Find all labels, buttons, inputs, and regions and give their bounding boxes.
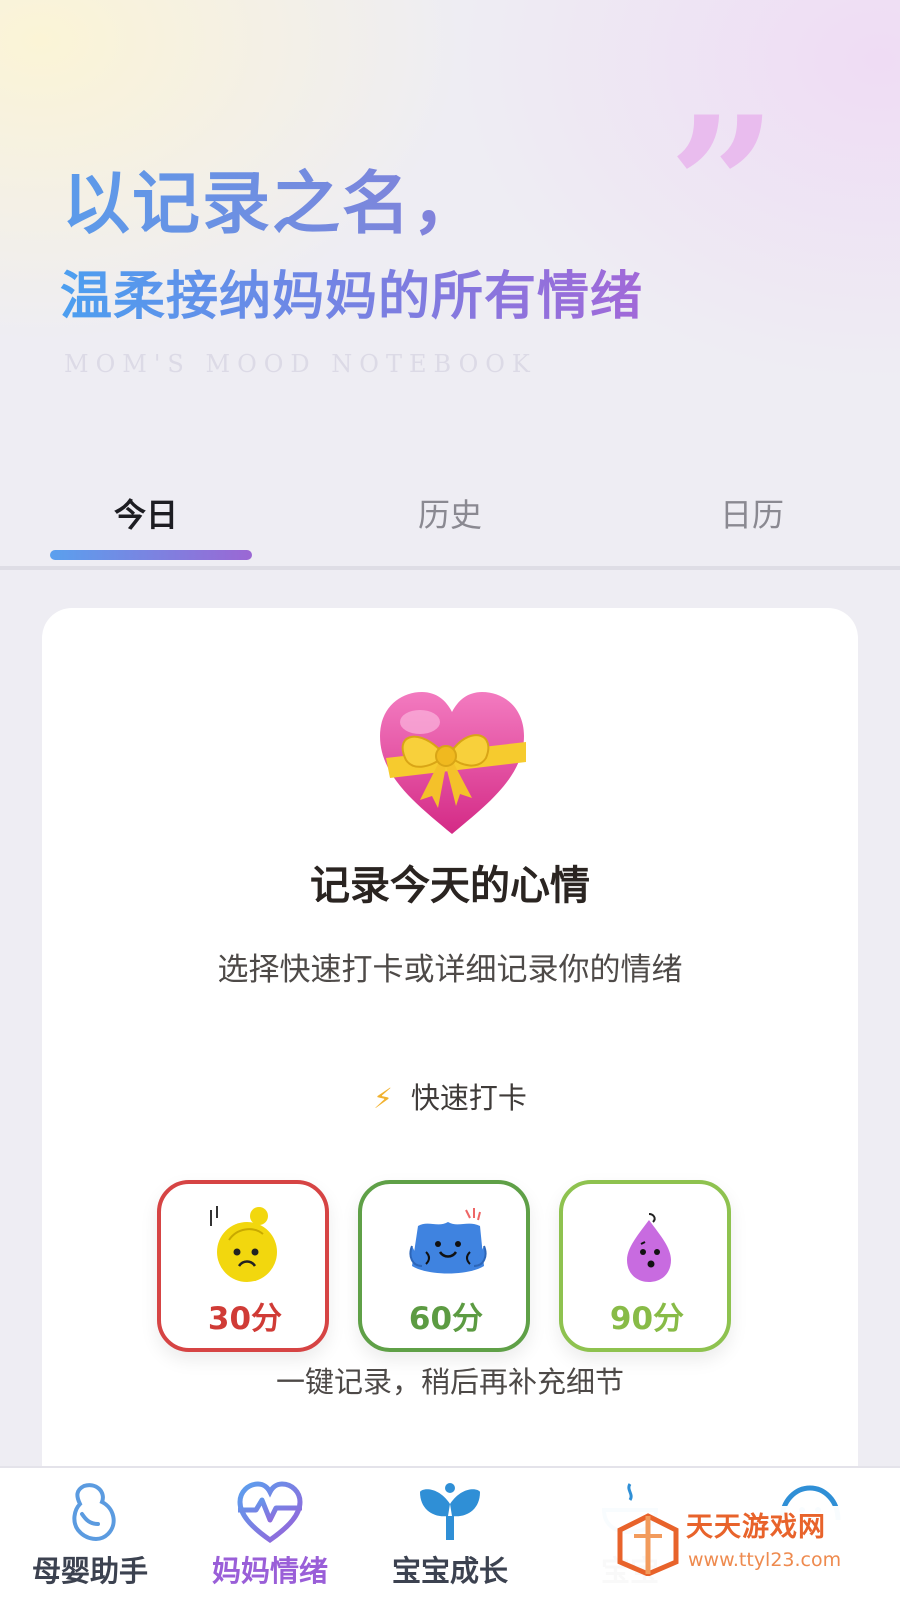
- nav-label: 母婴助手: [31, 1554, 148, 1588]
- watermark-logo-icon: [617, 1513, 679, 1576]
- nav-label: 宝宝成长: [391, 1554, 508, 1588]
- card-title: 记录今天的心情: [310, 863, 590, 909]
- tab-history[interactable]: 历史: [350, 490, 550, 540]
- site-watermark: 天天游戏网 www.ttyl23.com: [600, 1506, 900, 1600]
- purple-drop-face-icon: [627, 1213, 671, 1282]
- lightning-icon: ⚡: [373, 1082, 393, 1115]
- quote-mark: ”: [668, 75, 778, 298]
- score-90-button[interactable]: 90分: [559, 1180, 731, 1352]
- tab-calendar[interactable]: 日历: [652, 490, 852, 540]
- heart-with-ribbon-icon: [380, 692, 526, 834]
- hero-banner: ” 以记录之名， 温柔接纳妈妈的所有情绪 MOM'S MOOD NOTEBOOK: [0, 0, 900, 470]
- nav-item-mom-baby-assistant[interactable]: 母婴助手: [0, 1468, 180, 1600]
- score-30-label: 30分: [207, 1301, 283, 1337]
- pregnant-icon: [72, 1483, 116, 1541]
- worried-yellow-face-icon: [210, 1206, 277, 1282]
- score-60-label: 60分: [408, 1301, 484, 1337]
- quick-checkin-label: ⚡ 快速打卡: [42, 1078, 858, 1119]
- active-tab-indicator: [50, 550, 252, 560]
- sprout-icon: [420, 1483, 480, 1540]
- nav-label: 妈妈情绪: [211, 1554, 328, 1588]
- quick-checkin-note: 一键记录，稍后再补充细节: [275, 1365, 624, 1399]
- score-30-button[interactable]: 30分: [157, 1180, 329, 1352]
- card-description: 选择快速打卡或详细记录你的情绪: [217, 952, 683, 988]
- watermark-title: 天天游戏网: [686, 1512, 826, 1543]
- score-60-button[interactable]: 60分: [358, 1180, 530, 1352]
- nav-item-mom-mood[interactable]: 妈妈情绪: [180, 1468, 360, 1600]
- hero-headline: 以记录之名，: [62, 162, 662, 246]
- hero-subheadline: 温柔接纳妈妈的所有情绪: [60, 262, 760, 332]
- quick-checkin-text: 快速打卡: [410, 1081, 527, 1115]
- heartbeat-icon: [237, 1481, 303, 1544]
- tab-bar: 今日 历史 日历: [0, 470, 900, 570]
- watermark-url: www.ttyl23.com: [688, 1549, 842, 1571]
- mood-record-card: 记录今天的心情 选择快速打卡或详细记录你的情绪 ⚡ 快速打卡 30分 60分 9…: [42, 608, 858, 1508]
- happy-blue-face-icon: [409, 1208, 487, 1274]
- nav-item-baby-growth[interactable]: 宝宝成长: [360, 1468, 540, 1600]
- hero-english-subtitle: MOM'S MOOD NOTEBOOK: [64, 350, 537, 378]
- score-90-label: 90分: [609, 1301, 685, 1337]
- tab-today[interactable]: 今日: [46, 490, 246, 540]
